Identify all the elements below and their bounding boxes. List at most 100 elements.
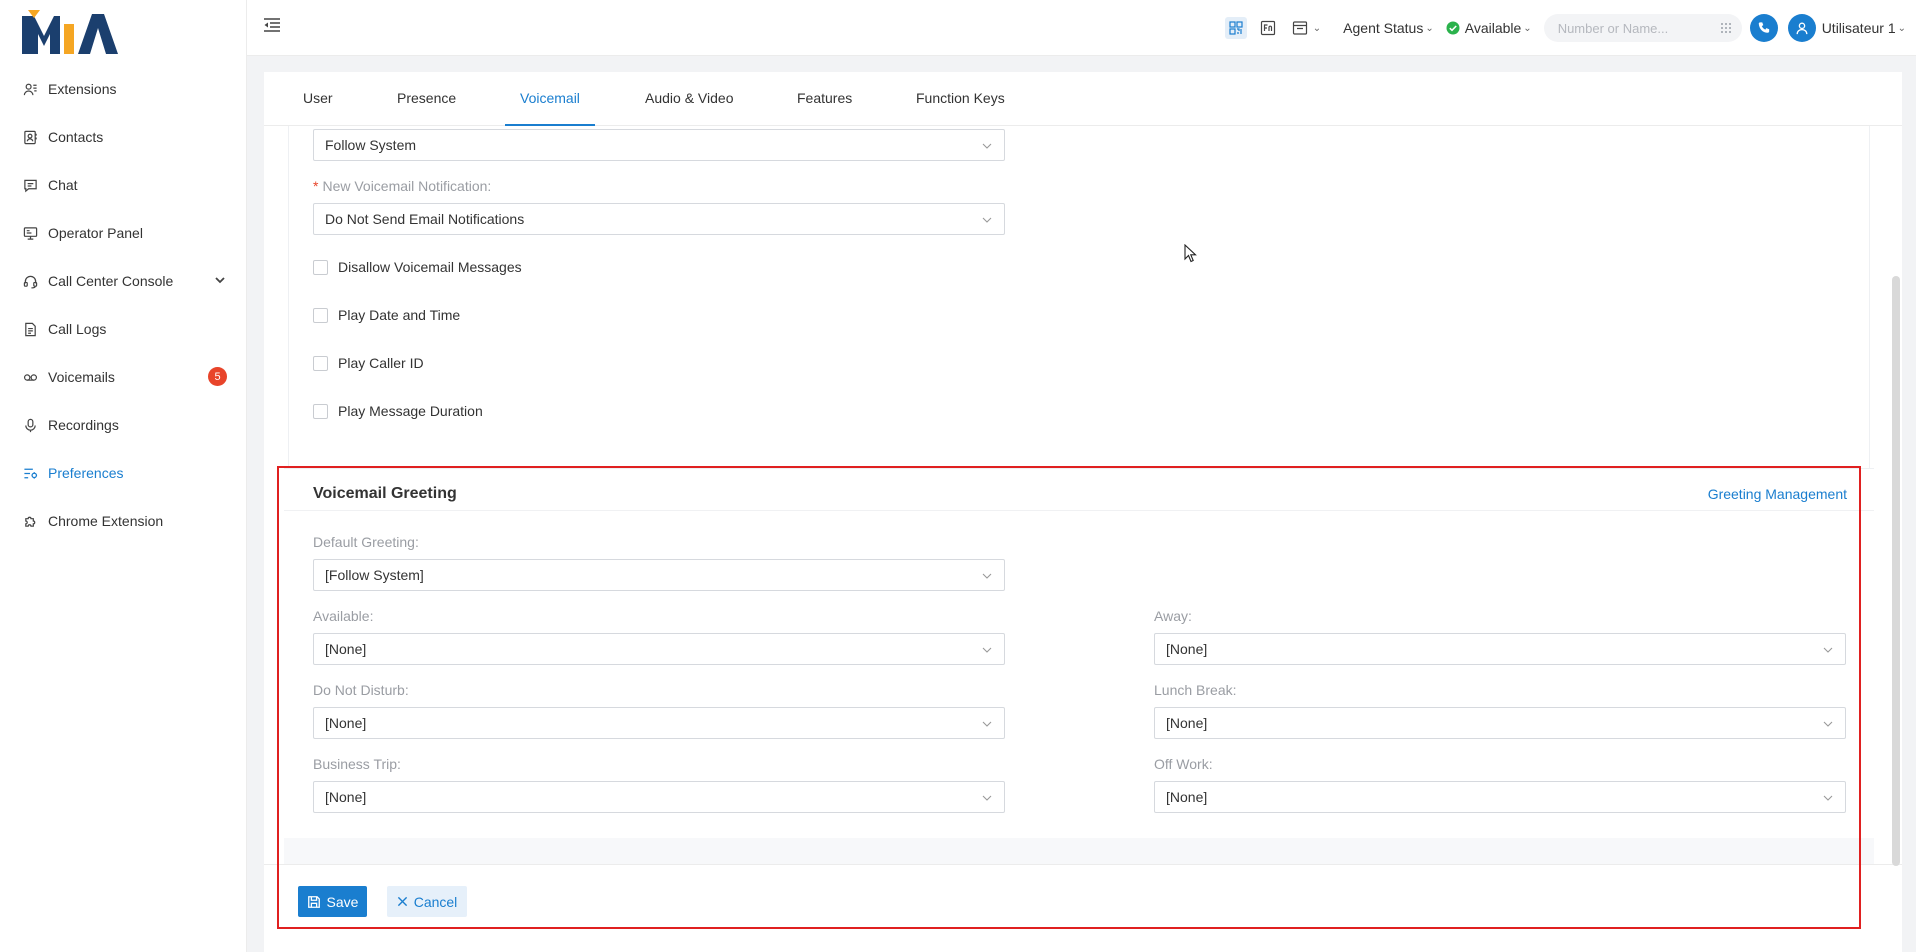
preferences-tabs: User Presence Voicemail Audio & Video Fe… (264, 72, 1902, 126)
chat-icon (22, 177, 38, 193)
label-text: Business Trip (313, 756, 398, 772)
phone-icon (1758, 22, 1769, 33)
divider (284, 510, 1874, 511)
chevron-down-icon[interactable]: ⌄ (1313, 23, 1321, 34)
sidebar-item-label: Call Logs (48, 321, 107, 337)
qr-code-icon[interactable] (1224, 17, 1247, 39)
label-text: Do Not Disturb (313, 682, 405, 698)
dial-search-input[interactable] (1557, 20, 1708, 36)
sidebar-item-contacts[interactable]: Contacts (0, 113, 247, 161)
monitor-icon (22, 225, 38, 241)
select-value: [None] (1166, 715, 1208, 731)
avatar[interactable] (1787, 14, 1816, 42)
business-trip-greeting-label: Business Trip: (313, 756, 401, 772)
voicemail-option-select[interactable]: Follow System (313, 129, 1005, 161)
play-date-time-checkbox-row[interactable]: Play Date and Time (313, 307, 460, 323)
call-button[interactable] (1749, 14, 1778, 42)
sidebar-item-voicemails[interactable]: Voicemails 5 (0, 353, 247, 401)
chevron-down-icon: ⌄ (1897, 22, 1906, 34)
sidebar-item-label: Preferences (48, 465, 124, 481)
lunch-break-greeting-select[interactable]: [None] (1154, 707, 1846, 739)
sidebar-nav: Extensions Contacts Chat Operator Panel … (0, 65, 247, 545)
sidebar-item-call-logs[interactable]: Call Logs (0, 305, 247, 353)
chevron-down-icon: ⌄ (1523, 22, 1532, 34)
chevron-down-icon (1823, 721, 1833, 727)
chevron-down-icon (982, 721, 992, 727)
label-text: Away (1154, 608, 1188, 624)
sidebar-item-recordings[interactable]: Recordings (0, 401, 247, 449)
chevron-down-icon (982, 647, 992, 653)
window-icon[interactable] (1289, 17, 1311, 39)
cancel-button[interactable]: Cancel (387, 886, 467, 917)
user-menu[interactable]: Utilisateur 1 ⌄ (1822, 20, 1906, 36)
checkbox-label: Play Date and Time (338, 307, 461, 323)
sidebar-item-label: Chat (48, 177, 78, 193)
sidebar-item-operator-panel[interactable]: Operator Panel (0, 209, 247, 257)
business-trip-greeting-select[interactable]: [None] (313, 781, 1005, 813)
headset-icon (22, 273, 38, 289)
play-caller-id-checkbox[interactable] (313, 355, 328, 371)
away-greeting-select[interactable]: [None] (1154, 633, 1846, 665)
mia-logo (22, 10, 118, 54)
label-text: Available (313, 608, 370, 624)
dialpad-icon[interactable] (1720, 22, 1732, 34)
chevron-down-icon[interactable] (213, 273, 227, 287)
select-value: [Follow System] (325, 567, 424, 583)
notification-select[interactable]: Do Not Send Email Notifications (313, 203, 1005, 235)
menu-collapse-icon[interactable] (263, 17, 281, 33)
sidebar-item-extensions[interactable]: Extensions (0, 65, 247, 113)
play-date-time-checkbox[interactable] (313, 307, 328, 323)
label-colon: : (487, 178, 492, 194)
chevron-down-icon (982, 795, 992, 801)
lunch-break-greeting-label: Lunch Break: (1154, 682, 1237, 698)
play-message-duration-checkbox[interactable] (313, 403, 328, 419)
chevron-down-icon (982, 143, 992, 149)
save-button[interactable]: Save (298, 886, 367, 917)
label-text: Default Greeting (313, 534, 415, 550)
dial-search-box (1543, 14, 1742, 42)
off-work-greeting-select[interactable]: [None] (1154, 781, 1846, 813)
close-icon (397, 896, 407, 907)
tab-function-keys[interactable]: Function Keys (916, 90, 1005, 126)
sidebar-item-call-center-console[interactable]: Call Center Console (0, 257, 247, 305)
dnd-greeting-label: Do Not Disturb: (313, 682, 409, 698)
check-circle-icon (1446, 21, 1460, 35)
required-marker: * (313, 178, 319, 194)
microphone-icon (22, 417, 38, 433)
cancel-label: Cancel (413, 893, 458, 910)
play-message-duration-checkbox-row[interactable]: Play Message Duration (313, 403, 483, 419)
voicemail-icon (22, 369, 38, 385)
chevron-down-icon (982, 573, 992, 579)
dnd-greeting-select[interactable]: [None] (313, 707, 1005, 739)
tab-presence[interactable]: Presence (397, 90, 456, 126)
chevron-down-icon (1823, 647, 1833, 653)
select-value: [None] (325, 789, 367, 805)
sidebar-item-label: Recordings (48, 417, 119, 433)
checkbox-label: Disallow Voicemail Messages (338, 259, 522, 275)
disallow-voicemail-checkbox-row[interactable]: Disallow Voicemail Messages (313, 259, 522, 275)
presence-dropdown[interactable]: Available ⌄ (1446, 20, 1532, 36)
select-value: Follow System (325, 137, 417, 153)
scrollbar[interactable] (1892, 276, 1900, 866)
tab-voicemail[interactable]: Voicemail (505, 90, 595, 126)
sidebar-item-chat[interactable]: Chat (0, 161, 247, 209)
agent-status-dropdown[interactable]: Agent Status ⌄ (1343, 20, 1434, 36)
tab-user[interactable]: User (303, 90, 333, 126)
label-text: Off Work (1154, 756, 1209, 772)
play-caller-id-checkbox-row[interactable]: Play Caller ID (313, 355, 424, 371)
available-greeting-select[interactable]: [None] (313, 633, 1005, 665)
save-icon (307, 895, 320, 908)
select-value: [None] (1166, 641, 1208, 657)
sidebar-item-preferences[interactable]: Preferences (0, 449, 247, 497)
preferences-icon (22, 465, 38, 481)
default-greeting-select[interactable]: [Follow System] (313, 559, 1005, 591)
disallow-voicemail-checkbox[interactable] (313, 259, 328, 275)
function-keys-icon[interactable] (1257, 17, 1279, 39)
label-text: Lunch Break (1154, 682, 1233, 698)
tab-audio-video[interactable]: Audio & Video (645, 90, 733, 126)
greeting-management-link[interactable]: Greeting Management (1708, 486, 1847, 502)
tab-features[interactable]: Features (797, 90, 852, 126)
sidebar-item-chrome-extension[interactable]: Chrome Extension (0, 497, 247, 545)
call-log-icon (22, 321, 38, 337)
greeting-section-title: Voicemail Greeting (313, 485, 457, 502)
